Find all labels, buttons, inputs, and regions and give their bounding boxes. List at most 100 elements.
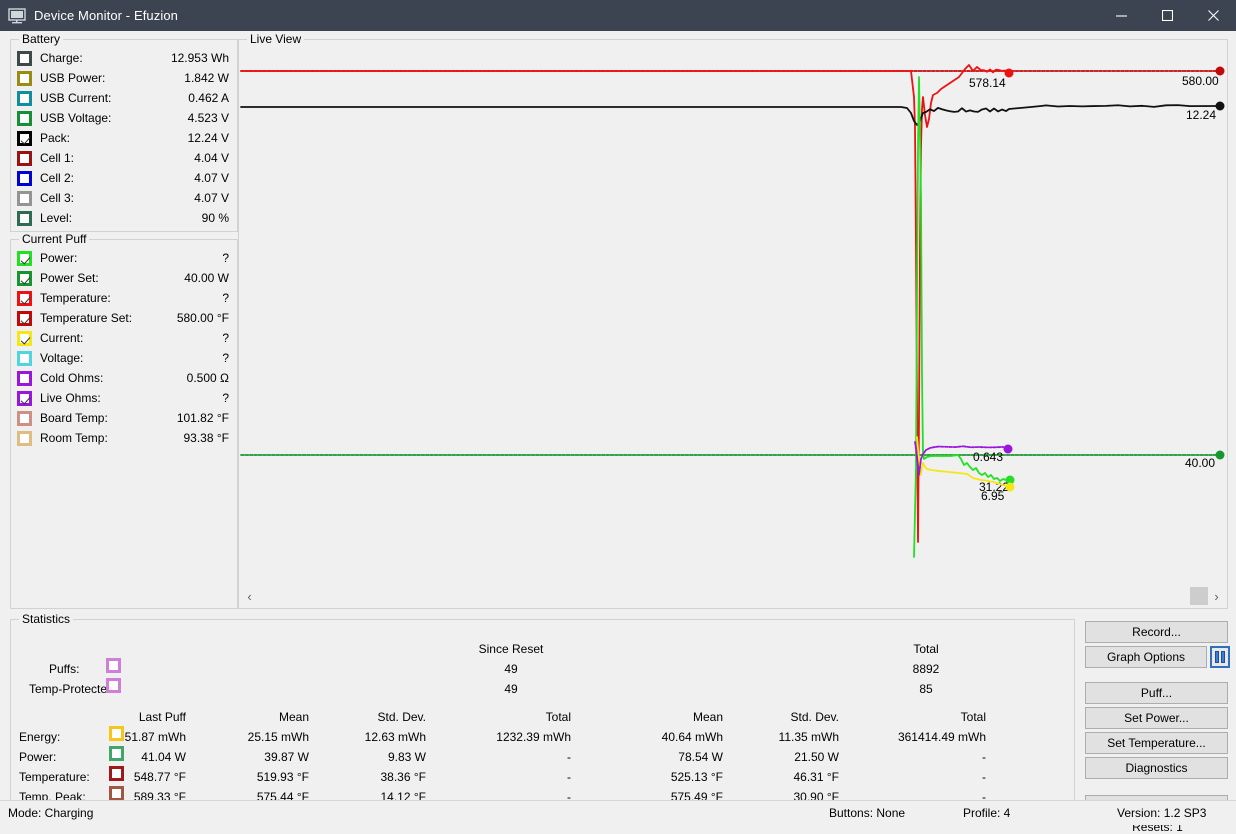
battery-item-checkbox[interactable]	[17, 51, 32, 66]
battery-item-row: Cell 1:4.04 V	[11, 148, 237, 168]
battery-item-value: 4.523 V	[188, 111, 237, 125]
graph-options-row: Graph Options	[1085, 646, 1230, 668]
temp-protected-color-swatch[interactable]	[106, 678, 121, 693]
puff-item-value: 40.00 W	[184, 271, 237, 285]
status-bar: Mode: Charging Buttons: None Profile: 4 …	[0, 800, 1236, 825]
stats-cell: 361414.49 mWh	[11, 730, 986, 744]
puff-item-checkbox[interactable]	[17, 271, 32, 286]
battery-item-row: USB Power:1.842 W	[11, 68, 237, 88]
puff-item-checkbox[interactable]	[17, 251, 32, 266]
puff-item-row: Voltage:?	[11, 348, 237, 368]
puff-item-value: 93.38 °F	[184, 431, 238, 445]
set-temperature-button[interactable]: Set Temperature...	[1085, 732, 1228, 754]
title-bar: Device Monitor - Efuzion	[0, 0, 1236, 31]
battery-item-checkbox[interactable]	[17, 71, 32, 86]
battery-panel: Battery Charge:12.953 WhUSB Power:1.842 …	[10, 39, 238, 232]
puff-item-checkbox[interactable]	[17, 351, 32, 366]
temp-protected-total: 85	[866, 682, 986, 696]
puff-item-row: Room Temp:93.38 °F	[11, 428, 237, 448]
puff-item-row: Power Set:40.00 W	[11, 268, 237, 288]
puff-item-value: ?	[222, 251, 237, 265]
puff-item-label: Cold Ohms:	[40, 371, 187, 385]
puff-item-value: 101.82 °F	[177, 411, 237, 425]
monitor-icon	[8, 8, 26, 24]
temp-protected-label: Temp-Protected:	[29, 682, 117, 696]
puff-item-checkbox[interactable]	[17, 311, 32, 326]
graph-options-button[interactable]: Graph Options	[1085, 646, 1207, 668]
puff-item-row: Cold Ohms:0.500 Ω	[11, 368, 237, 388]
statistics-table: Since Reset Total Puffs: 49 8892 Temp-Protect…	[11, 620, 1074, 821]
chart-value-label: 0.643	[973, 450, 1003, 464]
puff-item-checkbox[interactable]	[17, 331, 32, 346]
status-profile: Profile: 4	[963, 806, 1010, 820]
battery-item-row: USB Current:0.462 A	[11, 88, 237, 108]
stats-cell: -	[11, 770, 986, 784]
since-reset-header: Since Reset	[451, 642, 571, 656]
puff-item-label: Temperature Set:	[40, 311, 177, 325]
battery-item-checkbox[interactable]	[17, 91, 32, 106]
puff-item-value: ?	[222, 391, 237, 405]
puff-button[interactable]: Puff...	[1085, 682, 1228, 704]
battery-item-checkbox[interactable]	[17, 211, 32, 226]
puffs-color-swatch[interactable]	[106, 658, 121, 673]
battery-item-checkbox[interactable]	[17, 131, 32, 146]
puffs-since-reset: 49	[451, 662, 571, 676]
scroll-left-icon[interactable]: ‹	[241, 587, 258, 605]
puff-item-label: Power Set:	[40, 271, 184, 285]
record-button[interactable]: Record...	[1085, 621, 1228, 643]
puff-item-value: 580.00 °F	[177, 311, 237, 325]
chart-series-line	[241, 65, 1009, 542]
live-view-panel: Live View 578.14580.0012.2440.0031.226.9…	[238, 39, 1228, 609]
chart-endpoint-dot	[1006, 483, 1015, 492]
puff-item-row: Power:?	[11, 248, 237, 268]
puff-item-checkbox[interactable]	[17, 391, 32, 406]
battery-item-row: Pack:12.24 V	[11, 128, 237, 148]
scroll-thumb[interactable]	[1190, 587, 1208, 605]
battery-item-value: 4.07 V	[194, 191, 237, 205]
battery-item-row: Charge:12.953 Wh	[11, 48, 237, 68]
puff-item-label: Temperature:	[40, 291, 222, 305]
pause-icon[interactable]	[1210, 646, 1230, 668]
window-title: Device Monitor - Efuzion	[34, 8, 178, 23]
puff-item-row: Board Temp:101.82 °F	[11, 408, 237, 428]
set-power-button[interactable]: Set Power...	[1085, 707, 1228, 729]
puff-item-row: Temperature:?	[11, 288, 237, 308]
status-mode: Mode: Charging	[8, 806, 93, 820]
diagnostics-button[interactable]: Diagnostics	[1085, 757, 1228, 779]
scroll-right-icon[interactable]: ›	[1208, 587, 1225, 605]
puff-item-checkbox[interactable]	[17, 411, 32, 426]
close-button[interactable]	[1190, 0, 1236, 31]
chart-value-label: 578.14	[969, 76, 1006, 90]
puff-item-checkbox[interactable]	[17, 371, 32, 386]
maximize-button[interactable]	[1144, 0, 1190, 31]
puff-item-label: Live Ohms:	[40, 391, 222, 405]
minimize-button[interactable]	[1098, 0, 1144, 31]
puff-item-checkbox[interactable]	[17, 431, 32, 446]
chart-horizontal-scrollbar[interactable]: ‹ ›	[241, 586, 1225, 606]
chart-value-label: 12.24	[1186, 108, 1216, 122]
puff-item-checkbox[interactable]	[17, 291, 32, 306]
chart-canvas: 578.14580.0012.2440.0031.226.950.643	[240, 48, 1226, 580]
puff-item-value: 0.500 Ω	[187, 371, 237, 385]
battery-item-checkbox[interactable]	[17, 111, 32, 126]
chart-endpoint-dot	[1216, 451, 1225, 460]
pause-bar-left	[1215, 651, 1219, 663]
puff-item-label: Voltage:	[40, 351, 222, 365]
temp-protected-since-reset: 49	[451, 682, 571, 696]
puff-item-label: Power:	[40, 251, 222, 265]
battery-item-checkbox[interactable]	[17, 151, 32, 166]
live-view-legend: Live View	[247, 32, 304, 46]
puff-item-row: Temperature Set:580.00 °F	[11, 308, 237, 328]
battery-item-label: USB Current:	[40, 91, 188, 105]
puffs-total: 8892	[866, 662, 986, 676]
battery-item-checkbox[interactable]	[17, 191, 32, 206]
battery-item-value: 12.953 Wh	[171, 51, 237, 65]
puffs-label: Puffs:	[49, 662, 79, 676]
battery-item-checkbox[interactable]	[17, 171, 32, 186]
scroll-track[interactable]	[258, 587, 1208, 605]
chart-value-label: 40.00	[1185, 456, 1215, 470]
battery-item-label: Cell 3:	[40, 191, 194, 205]
live-chart[interactable]: 578.14580.0012.2440.0031.226.950.643	[240, 48, 1226, 580]
puff-item-label: Room Temp:	[40, 431, 184, 445]
stats-column-header: Total	[11, 710, 986, 724]
